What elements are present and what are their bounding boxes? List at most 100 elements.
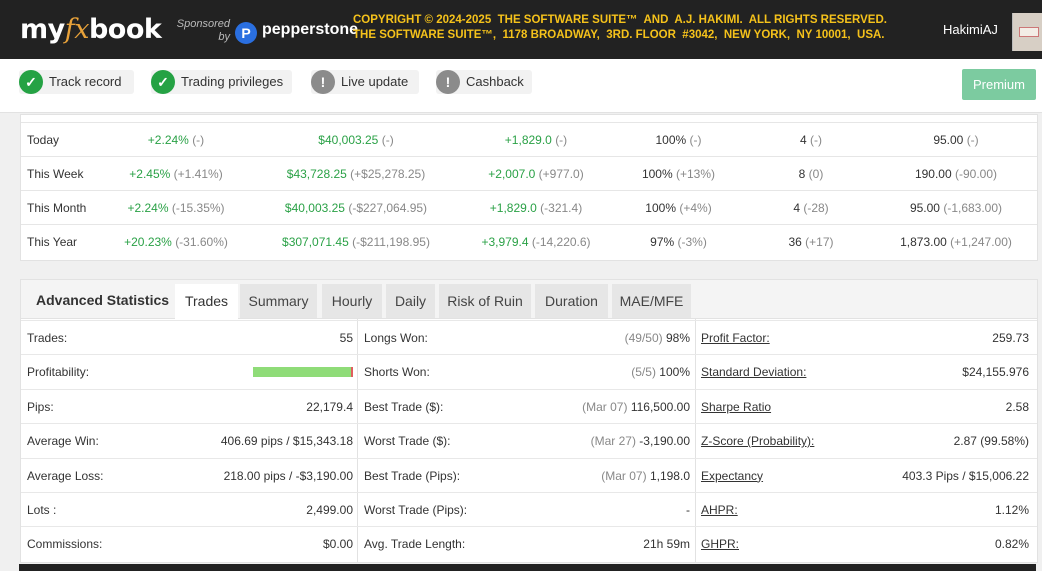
profitability-bar (253, 367, 353, 378)
stat-value-cell: (Mar 07) 1,198.0 (491, 459, 690, 493)
period-lots-cell: 95.00 (-) (861, 123, 1042, 157)
tab-daily[interactable]: Daily (386, 284, 435, 318)
status-live-update[interactable]: ! Live update (311, 70, 419, 94)
stat-value: 100% (659, 365, 690, 380)
stat-label: Commissions: (27, 537, 103, 552)
period-winrate-cell: 100% (+4%) (611, 191, 746, 225)
period-lots-change: (-90.00) (955, 167, 998, 181)
period-lots-change: (-) (966, 133, 979, 147)
stat-value: 1,198.0 (649, 468, 690, 483)
avatar[interactable] (1012, 13, 1042, 51)
stat-link-label[interactable]: Profit Factor: (701, 321, 770, 355)
stats-row: Commissions: $0.00 Avg. Trade Length: 21h 5… (21, 526, 1037, 561)
table-row: Today +2.24% (-) $40,003.25 (-) +1,829.0 (-… (21, 122, 1037, 157)
stat-label: Average Loss: (27, 468, 104, 483)
period-gain-cell: +2.45% (+1.41%) (116, 157, 236, 191)
stat-label: Worst Trade (Pips): (364, 503, 468, 517)
tab-risk-of-ruin[interactable]: Risk of Ruin (439, 284, 531, 318)
logo-book: book (88, 14, 162, 45)
stat-link-label[interactable]: Sharpe Ratio (701, 390, 771, 424)
stat-label: Longs Won: (364, 331, 428, 345)
period-gain: +2.24% (147, 133, 189, 147)
period-gain-change: (+1.41%) (173, 167, 223, 181)
sponsor-name[interactable]: pepperstone (262, 21, 358, 39)
tab-hourly[interactable]: Hourly (322, 284, 382, 318)
tab-duration[interactable]: Duration (535, 284, 608, 318)
advanced-statistics-title: Advanced Statistics (36, 292, 170, 308)
stat-value: 2,499.00 (306, 503, 353, 517)
period-profit: $307,071.45 (282, 235, 349, 249)
tab-mae-mfe[interactable]: MAE/MFE (612, 284, 691, 318)
period-lots: 95.00 (909, 201, 940, 215)
premium-button[interactable]: Premium (962, 69, 1036, 100)
period-winrate: 100% (645, 201, 676, 215)
stat-value: $0.00 (322, 537, 353, 552)
table-row: This Week +2.45% (+1.41%) $43,728.25 (+$25… (21, 156, 1037, 191)
period-lots-cell: 190.00 (-90.00) (861, 157, 1042, 191)
stat-value: 22,179.4 (306, 399, 353, 414)
period-trades-cell: 4 (-) (741, 123, 881, 157)
stats-row: Lots : 2,499.00 Worst Trade (Pips): - AHPR: 1… (21, 492, 1037, 527)
advanced-statistics-panel: Advanced Statistics Trades Summary Hourl… (20, 279, 1038, 563)
period-profit-change: (+$25,278.25) (350, 167, 426, 181)
tab-trades[interactable]: Trades (175, 284, 238, 319)
period-profit-cell: $40,003.25 (-$227,064.95) (261, 191, 451, 225)
period-winrate: 97% (650, 235, 675, 249)
stat-value: 0.82% (994, 537, 1029, 552)
period-trades-change: (-28) (803, 201, 829, 215)
period-lots: 95.00 (933, 133, 964, 147)
stat-label: Profitability: (27, 365, 90, 380)
stat-value: 403.3 Pips / $15,006.22 (902, 468, 1029, 483)
stat-label: Best Trade (Pips): (364, 468, 461, 483)
stats-row: Average Win: 406.69 pips / $15,343.18 Wors… (21, 423, 1037, 458)
stat-link-label[interactable]: GHPR: (701, 527, 739, 561)
logo-fx: fx (64, 14, 90, 45)
username[interactable]: HakimiAJ (943, 22, 998, 37)
stat-value: $24,155.976 (962, 365, 1029, 380)
bottom-bar (19, 564, 1036, 571)
period-trades-change: (0) (808, 167, 824, 181)
period-winrate: 100% (641, 167, 673, 181)
tab-summary[interactable]: Summary (240, 284, 317, 318)
period-trades-change: (-) (810, 133, 823, 147)
table-row: This Month +2.24% (-15.35%) $40,003.25 (-$… (21, 190, 1037, 225)
stat-link-label[interactable]: Expectancy (701, 459, 763, 493)
period-pips: +1,829.0 (489, 201, 537, 215)
stats-row: Average Loss: 218.00 pips / -$3,190.00 Bes… (21, 457, 1037, 493)
period-trades: 8 (798, 167, 806, 181)
period-name: This Week (27, 167, 84, 181)
status-cashback[interactable]: ! Cashback (436, 70, 532, 94)
status-label: Track record (49, 74, 122, 89)
period-winrate-change: (-) (689, 133, 702, 147)
period-gain-cell: +20.23% (-31.60%) (116, 225, 236, 259)
status-label: Trading privileges (181, 74, 284, 89)
period-gain-cell: +2.24% (-) (116, 123, 236, 157)
stat-value: 406.69 pips / $15,343.18 (220, 434, 353, 449)
period-gain: +2.45% (129, 167, 171, 181)
stat-value: -3,190.00 (639, 434, 690, 449)
stat-link-label[interactable]: Standard Deviation: (701, 355, 806, 389)
period-winrate-cell: 100% (-) (611, 123, 746, 157)
stat-value: 259.73 (992, 331, 1029, 345)
stat-link-label[interactable]: Z-Score (Probability): (701, 424, 814, 458)
period-trades: 36 (788, 235, 802, 249)
stat-note: (Mar 07) (601, 468, 647, 483)
period-lots-change: (-1,683.00) (943, 201, 1003, 215)
stat-link-label[interactable]: AHPR: (701, 493, 738, 527)
status-trading-privileges[interactable]: ✓ Trading privileges (151, 70, 292, 94)
period-trades-change: (+17) (805, 235, 834, 249)
stat-value-cell: (49/50) 98% (491, 321, 690, 355)
pepperstone-logo-icon[interactable]: P (235, 22, 257, 44)
stats-row: Pips: 22,179.4 Best Trade ($): (Mar 07) 116… (21, 388, 1037, 424)
period-gain-change: (-) (192, 133, 205, 147)
stat-value: 98% (665, 331, 690, 345)
status-track-record[interactable]: ✓ Track record (19, 70, 134, 94)
myfxbook-logo[interactable]: myfxbook (20, 14, 162, 45)
period-winrate-cell: 100% (+13%) (611, 157, 746, 191)
stat-note: (5/5) (631, 365, 656, 380)
copyright-line-2: THE SOFTWARE SUITE™, 1178 BROADWAY, 3RD.… (353, 29, 885, 41)
period-pips-cell: +3,979.4 (-14,220.6) (461, 225, 611, 259)
status-label: Cashback (466, 74, 524, 89)
period-lots: 1,873.00 (900, 235, 947, 249)
stat-label: Pips: (27, 399, 54, 414)
